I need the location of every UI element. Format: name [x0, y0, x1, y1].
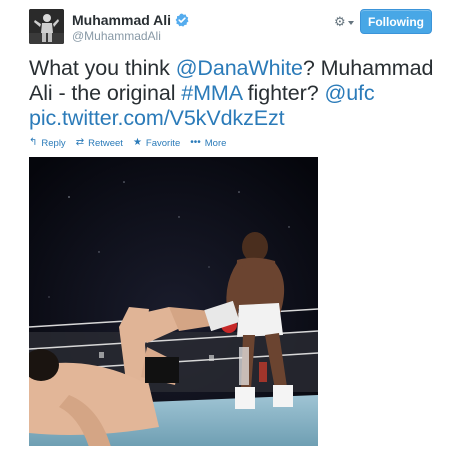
tweet-actions: ↰ Reply ⇄ Retweet ★ Favorite ••• More	[29, 136, 236, 150]
chevron-down-icon	[347, 20, 354, 25]
name-row: Muhammad Ali	[72, 12, 189, 28]
tweet-card: Muhammad Ali @MuhammadAli ⚙ Following Wh…	[0, 0, 455, 457]
reply-button[interactable]: ↰ Reply	[29, 138, 66, 149]
reply-label: Reply	[41, 137, 66, 149]
tweet-text-part: What you think	[29, 56, 176, 80]
following-button[interactable]: Following	[360, 9, 432, 34]
user-actions-dropdown[interactable]: ⚙	[334, 15, 356, 29]
star-icon: ★	[132, 137, 142, 148]
retweet-label: Retweet	[88, 137, 123, 149]
verified-badge-icon	[175, 13, 189, 27]
user-fullname[interactable]: Muhammad Ali	[72, 12, 171, 28]
tweet-text-part: fighter?	[241, 81, 325, 105]
retweet-button[interactable]: ⇄ Retweet	[76, 138, 123, 149]
favorite-button[interactable]: ★ Favorite	[133, 138, 180, 149]
tweet-text: What you think @DanaWhite? Muhammad Ali …	[29, 56, 439, 131]
mention-link[interactable]: @ufc	[324, 81, 374, 105]
avatar[interactable]	[29, 9, 64, 44]
favorite-label: Favorite	[145, 137, 181, 149]
boxing-photo-image	[29, 157, 318, 446]
pic-link[interactable]: pic.twitter.com/V5kVdkzEzt	[29, 106, 285, 130]
ellipsis-icon: •••	[190, 137, 201, 148]
more-button[interactable]: ••• More	[190, 138, 226, 149]
more-label: More	[204, 137, 227, 149]
gear-icon: ⚙	[334, 14, 346, 29]
user-handle[interactable]: @MuhammadAli	[72, 29, 161, 43]
hashtag-link[interactable]: #MMA	[181, 81, 242, 105]
mention-link[interactable]: @DanaWhite	[176, 56, 303, 80]
tweet-photo[interactable]	[29, 157, 318, 446]
retweet-icon: ⇄	[75, 137, 85, 148]
reply-arrow-icon: ↰	[29, 137, 38, 148]
